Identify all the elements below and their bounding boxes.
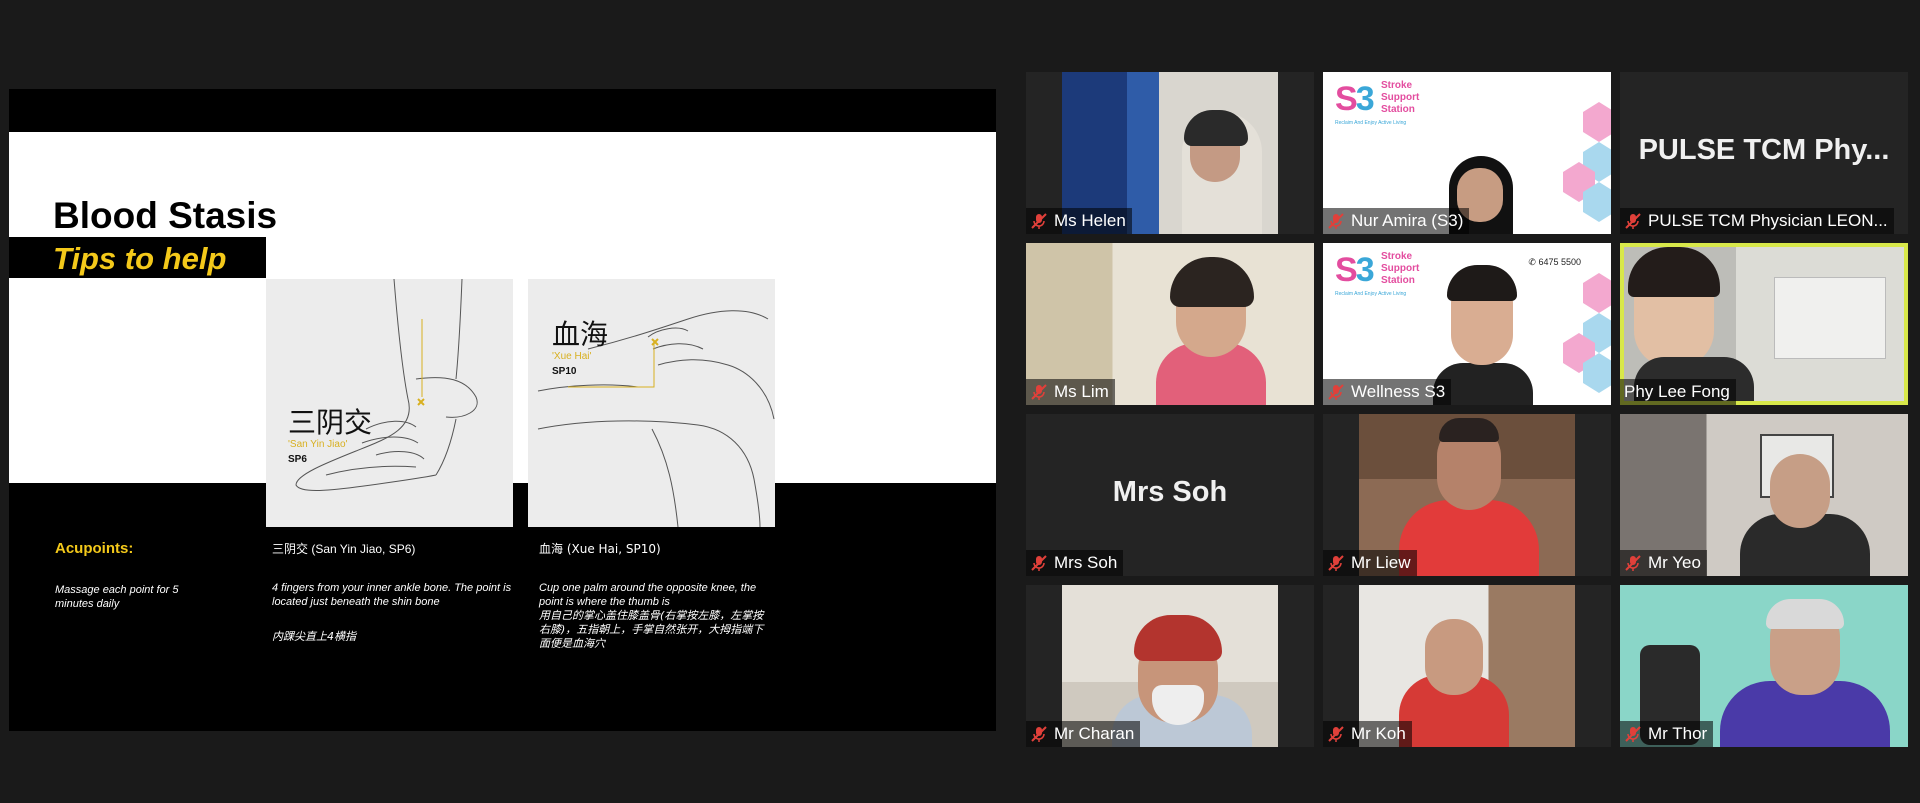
participant-name-tag: Wellness S3 [1323, 379, 1452, 405]
participant-name: Wellness S3 [1351, 382, 1446, 401]
participant-placeholder-label: Mrs Soh [1112, 476, 1228, 508]
mic-muted-icon [1624, 554, 1642, 572]
participant-name-tag: Mr Yeo [1620, 550, 1707, 576]
sp6-description: 4 fingers from your inner ankle bone. Th… [272, 582, 512, 608]
participant-placeholder-label: PULSE TCM Phy... [1638, 134, 1890, 166]
sp6-code: SP6 [288, 454, 307, 465]
participant-tile[interactable]: S3 Stroke Support Station Reclaim And Enjo… [1323, 243, 1611, 405]
participant-name: Mr Thor [1648, 724, 1708, 743]
participant-name: Mr Yeo [1648, 553, 1701, 572]
participant-name-tag: Mr Thor [1620, 721, 1714, 747]
acupoints-heading: Acupoints: [55, 540, 134, 557]
participant-tile-active-speaker[interactable]: Phy Lee Fong [1620, 243, 1908, 405]
mic-muted-icon [1624, 725, 1642, 743]
sp6-heading: 三阴交 (San Yin Jiao, SP6) [272, 542, 416, 556]
mic-muted-icon [1327, 725, 1345, 743]
sp6-pinyin: 'San Yin Jiao' [288, 439, 348, 450]
sp6-description-chinese: 内踝尖直上4横指 [272, 630, 356, 643]
acupoints-note: Massage each point for 5 minutes daily [55, 584, 179, 610]
participant-tile[interactable]: Ms Helen [1026, 72, 1314, 234]
mic-muted-icon [1624, 212, 1642, 230]
participant-name: Mr Liew [1351, 553, 1411, 572]
mic-muted-icon [1030, 212, 1048, 230]
acupoint-card-sp10: 血海 'Xue Hai' SP10 [528, 279, 775, 527]
mic-muted-icon [1327, 554, 1345, 572]
mic-muted-icon [1327, 212, 1345, 230]
participant-name-tag: Mrs Soh [1026, 550, 1124, 576]
participant-tile[interactable]: Mr Thor [1620, 585, 1908, 747]
participant-name: Nur Amira (S3) [1351, 211, 1464, 230]
participant-tile[interactable]: Ms Lim [1026, 243, 1314, 405]
participant-tile[interactable]: S3 Stroke Support Station Reclaim And Enjo… [1323, 72, 1611, 234]
participant-name-tag: Ms Lim [1026, 379, 1115, 405]
participant-name-tag: Nur Amira (S3) [1323, 208, 1470, 234]
participant-video [1624, 247, 1904, 401]
participant-name-tag: Mr Charan [1026, 721, 1141, 747]
mic-muted-icon [1030, 725, 1048, 743]
participant-name: Mr Koh [1351, 724, 1406, 743]
sp10-pinyin: 'Xue Hai' [552, 351, 592, 362]
participant-name: Phy Lee Fong [1624, 382, 1730, 401]
mic-muted-icon [1030, 383, 1048, 401]
participant-name: Ms Lim [1054, 382, 1109, 401]
participant-name-tag: PULSE TCM Physician LEON... [1620, 208, 1894, 234]
participant-tile[interactable]: Mr Koh [1323, 585, 1611, 747]
participant-name: PULSE TCM Physician LEON... [1648, 211, 1888, 230]
participant-tile[interactable]: Mr Yeo [1620, 414, 1908, 576]
participant-tile[interactable]: Mr Charan [1026, 585, 1314, 747]
acupoint-card-sp6: 三阴交 'San Yin Jiao' SP6 [266, 279, 513, 527]
participant-tile[interactable]: Mr Liew [1323, 414, 1611, 576]
slide-subtitle: Tips to help [53, 241, 227, 276]
mic-muted-icon [1327, 383, 1345, 401]
sp10-description-chinese: 用自己的掌心盖住膝盖骨(右掌按左膝，左掌按右膝)，五指朝上，手掌自然张开，大拇指… [539, 609, 764, 650]
sp10-description: Cup one palm around the opposite knee, t… [539, 582, 757, 608]
participant-tile[interactable]: PULSE TCM Phy... PULSE TCM Physician LEO… [1620, 72, 1908, 234]
mic-muted-icon [1030, 554, 1048, 572]
sp10-heading: 血海 (Xue Hai, SP10) [539, 542, 661, 556]
participant-name: Ms Helen [1054, 211, 1126, 230]
sp10-chinese-name: 血海 [552, 318, 609, 351]
participant-name-tag: Mr Liew [1323, 550, 1417, 576]
slide-title: Blood Stasis [53, 195, 278, 236]
participant-name-tag: Mr Koh [1323, 721, 1412, 747]
sp6-chinese-name: 三阴交 [288, 406, 373, 439]
participant-name-tag: Ms Helen [1026, 208, 1132, 234]
participant-name-tag: Phy Lee Fong [1620, 379, 1736, 405]
participant-name: Mr Charan [1054, 724, 1135, 743]
sp10-code: SP10 [552, 366, 577, 377]
shared-screen: Blood Stasis Tips to help 三阴交 'San Yin J… [9, 89, 996, 731]
participant-tile[interactable]: Mrs Soh Mrs Soh [1026, 414, 1314, 576]
participant-name: Mrs Soh [1054, 553, 1118, 572]
